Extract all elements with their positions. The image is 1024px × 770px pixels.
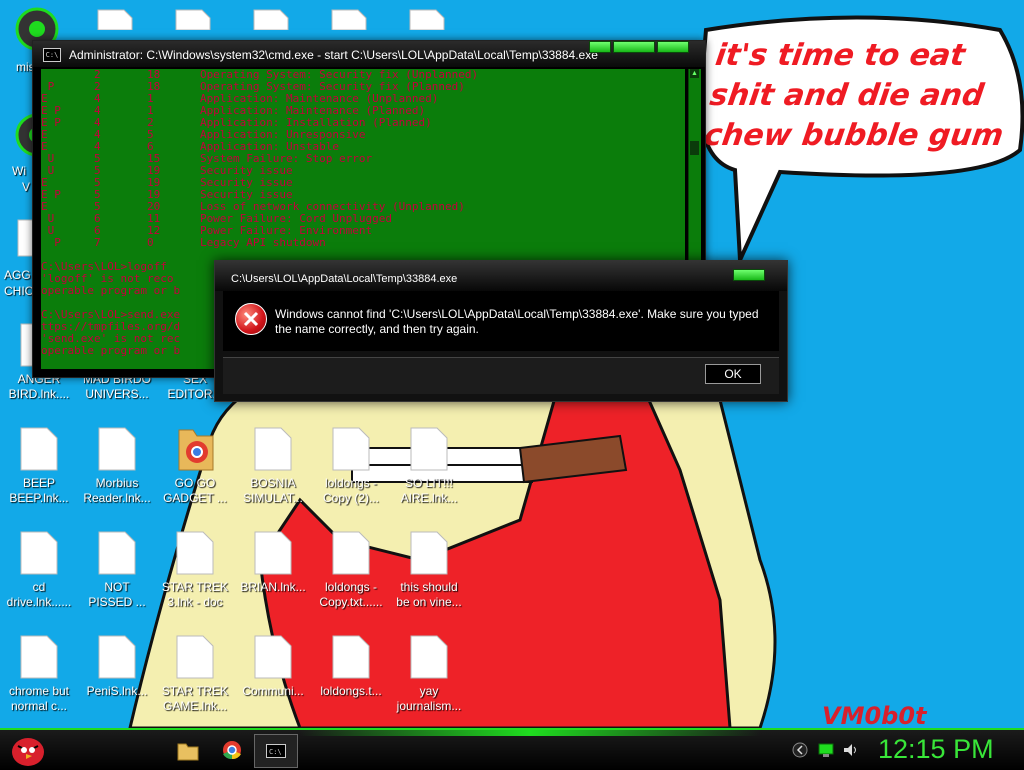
desktop-icon-label: PeniS.lnk... bbox=[86, 684, 148, 698]
icon-label-partial[interactable]: V bbox=[22, 180, 30, 194]
desktop-icon-label: cd drive.lnk...... bbox=[6, 580, 72, 609]
console-line: P 7 0 Legacy API shutdown bbox=[41, 236, 326, 249]
desktop-icon-label: SO LIT!!! AIRE.lnk... bbox=[400, 476, 458, 505]
desktop-icon-label: STAR TREK 3.lnk - doc bbox=[161, 580, 229, 609]
document-icon[interactable] bbox=[96, 8, 136, 30]
maximize-button[interactable] bbox=[613, 41, 655, 53]
speech-bubble-text: it's time to eat shit and die and chew b… bbox=[701, 38, 1006, 153]
chrome-icon[interactable] bbox=[216, 736, 248, 764]
document-icon bbox=[254, 427, 292, 471]
desktop-icon[interactable]: this should be on vine... bbox=[390, 530, 468, 610]
desktop-icon-label: chrome but normal c... bbox=[8, 684, 70, 713]
cmd-window-title: Administrator: C:\Windows\system32\cmd.e… bbox=[69, 48, 598, 62]
desktop-icon-label: NOT PISSED ... bbox=[88, 580, 146, 609]
document-icon bbox=[20, 635, 58, 679]
desktop-icon-label: BRIAN.lnk... bbox=[240, 580, 306, 594]
taskbar-glow bbox=[300, 730, 760, 736]
desktop-icon[interactable]: Morbius Reader.lnk... bbox=[78, 426, 156, 506]
document-icon bbox=[98, 635, 136, 679]
dialog-message: Windows cannot find 'C:\Users\LOL\AppDat… bbox=[275, 307, 759, 336]
document-icon bbox=[410, 531, 448, 575]
document-icon bbox=[410, 427, 448, 471]
document-icon bbox=[176, 635, 214, 679]
dialog-title: C:\Users\LOL\AppData\Local\Temp\33884.ex… bbox=[231, 273, 458, 285]
document-icon[interactable] bbox=[330, 8, 370, 30]
network-icon[interactable] bbox=[818, 742, 834, 758]
desktop-icon[interactable]: STAR TREK GAME.lnk... bbox=[156, 634, 234, 714]
desktop-icon[interactable]: loldongs.t... bbox=[312, 634, 390, 699]
desktop-icon-label: BEEP BEEP.lnk... bbox=[9, 476, 69, 505]
close-button[interactable] bbox=[657, 41, 689, 53]
minimize-button[interactable] bbox=[589, 41, 611, 53]
document-icon[interactable] bbox=[174, 8, 214, 30]
desktop-icon[interactable]: cd drive.lnk...... bbox=[0, 530, 78, 610]
desktop-icon-label: this should be on vine... bbox=[396, 580, 462, 609]
wallpaper-signature: VM0b0t bbox=[822, 702, 927, 730]
document-icon bbox=[254, 635, 292, 679]
icon-label-partial[interactable]: AGG bbox=[4, 268, 31, 282]
desktop-icon-label: GO GO GADGET ... bbox=[163, 476, 227, 505]
desktop-icon[interactable]: BEEP BEEP.lnk... bbox=[0, 426, 78, 506]
desktop-icon-label: BOSNIA SIMULAT... bbox=[243, 476, 303, 505]
angry-bird-icon[interactable] bbox=[8, 732, 48, 768]
ok-button[interactable]: OK bbox=[705, 364, 761, 384]
desktop-icon[interactable]: yay journalism... bbox=[390, 634, 468, 714]
document-icon bbox=[98, 531, 136, 575]
desktop-icon[interactable]: Communi... bbox=[234, 634, 312, 699]
desktop-icon[interactable]: PeniS.lnk... bbox=[78, 634, 156, 699]
document-icon bbox=[332, 635, 370, 679]
desktop-icon-label: STAR TREK GAME.lnk... bbox=[161, 684, 229, 713]
icon-label-partial[interactable]: CHIC bbox=[4, 284, 33, 298]
document-icon bbox=[20, 427, 58, 471]
desktop-icon[interactable]: GO GO GADGET ... bbox=[156, 426, 234, 506]
document-icon bbox=[98, 427, 136, 471]
error-icon bbox=[235, 303, 267, 335]
desktop-icon[interactable]: STAR TREK 3.lnk - doc bbox=[156, 530, 234, 610]
document-icon[interactable] bbox=[408, 8, 448, 30]
dialog-footer: OK bbox=[223, 357, 779, 394]
desktop-icon[interactable]: NOT PISSED ... bbox=[78, 530, 156, 610]
svg-text:C:\: C:\ bbox=[269, 748, 282, 756]
document-icon bbox=[176, 531, 214, 575]
document-icon bbox=[332, 427, 370, 471]
desktop-icon-label: loldongs.t... bbox=[320, 684, 382, 698]
cmd-title-bar[interactable]: C:\ Administrator: C:\Windows\system32\c… bbox=[33, 41, 705, 67]
desktop-icon[interactable]: SO LIT!!! AIRE.lnk... bbox=[390, 426, 468, 506]
taskbar-cmd-button[interactable]: C:\ bbox=[254, 734, 298, 768]
error-dialog[interactable]: C:\Users\LOL\AppData\Local\Temp\33884.ex… bbox=[214, 260, 788, 402]
desktop-icon-label: loldongs - Copy (2)... bbox=[322, 476, 379, 505]
scroll-up-icon[interactable]: ▲ bbox=[690, 69, 699, 78]
folder-icon[interactable] bbox=[172, 736, 204, 764]
document-icon[interactable] bbox=[252, 8, 292, 30]
folder-chrome-icon bbox=[178, 429, 214, 471]
document-icon bbox=[332, 531, 370, 575]
dialog-body: Windows cannot find 'C:\Users\LOL\AppDat… bbox=[223, 291, 779, 351]
cmd-icon: C:\ bbox=[266, 744, 286, 758]
close-button[interactable] bbox=[733, 269, 765, 281]
taskbar-clock[interactable]: 12:15 PM bbox=[878, 734, 994, 765]
chevron-icon[interactable] bbox=[792, 742, 808, 758]
volume-icon[interactable] bbox=[842, 742, 858, 758]
document-icon bbox=[410, 635, 448, 679]
desktop-icon[interactable]: BRIAN.lnk... bbox=[234, 530, 312, 595]
icon-label-partial[interactable]: Wi bbox=[12, 164, 26, 178]
desktop-icon[interactable]: loldongs - Copy (2)... bbox=[312, 426, 390, 506]
desktop-icon-label: yay journalism... bbox=[396, 684, 462, 713]
cmd-icon: C:\ bbox=[43, 48, 61, 62]
desktop-icon[interactable]: loldongs - Copy.txt...... bbox=[312, 530, 390, 610]
taskbar: C:\ 12:15 PM bbox=[0, 728, 1024, 770]
desktop-icon[interactable]: BOSNIA SIMULAT... bbox=[234, 426, 312, 506]
dialog-title-bar[interactable]: C:\Users\LOL\AppData\Local\Temp\33884.ex… bbox=[215, 261, 787, 291]
document-icon bbox=[254, 531, 292, 575]
desktop-icon-label: loldongs - Copy.txt...... bbox=[319, 580, 383, 609]
desktop-icon-label: Communi... bbox=[242, 684, 304, 698]
desktop-icon[interactable]: chrome but normal c... bbox=[0, 634, 78, 714]
desktop-icon-label: Morbius Reader.lnk... bbox=[83, 476, 151, 505]
scroll-thumb[interactable] bbox=[690, 141, 699, 155]
document-icon bbox=[20, 531, 58, 575]
